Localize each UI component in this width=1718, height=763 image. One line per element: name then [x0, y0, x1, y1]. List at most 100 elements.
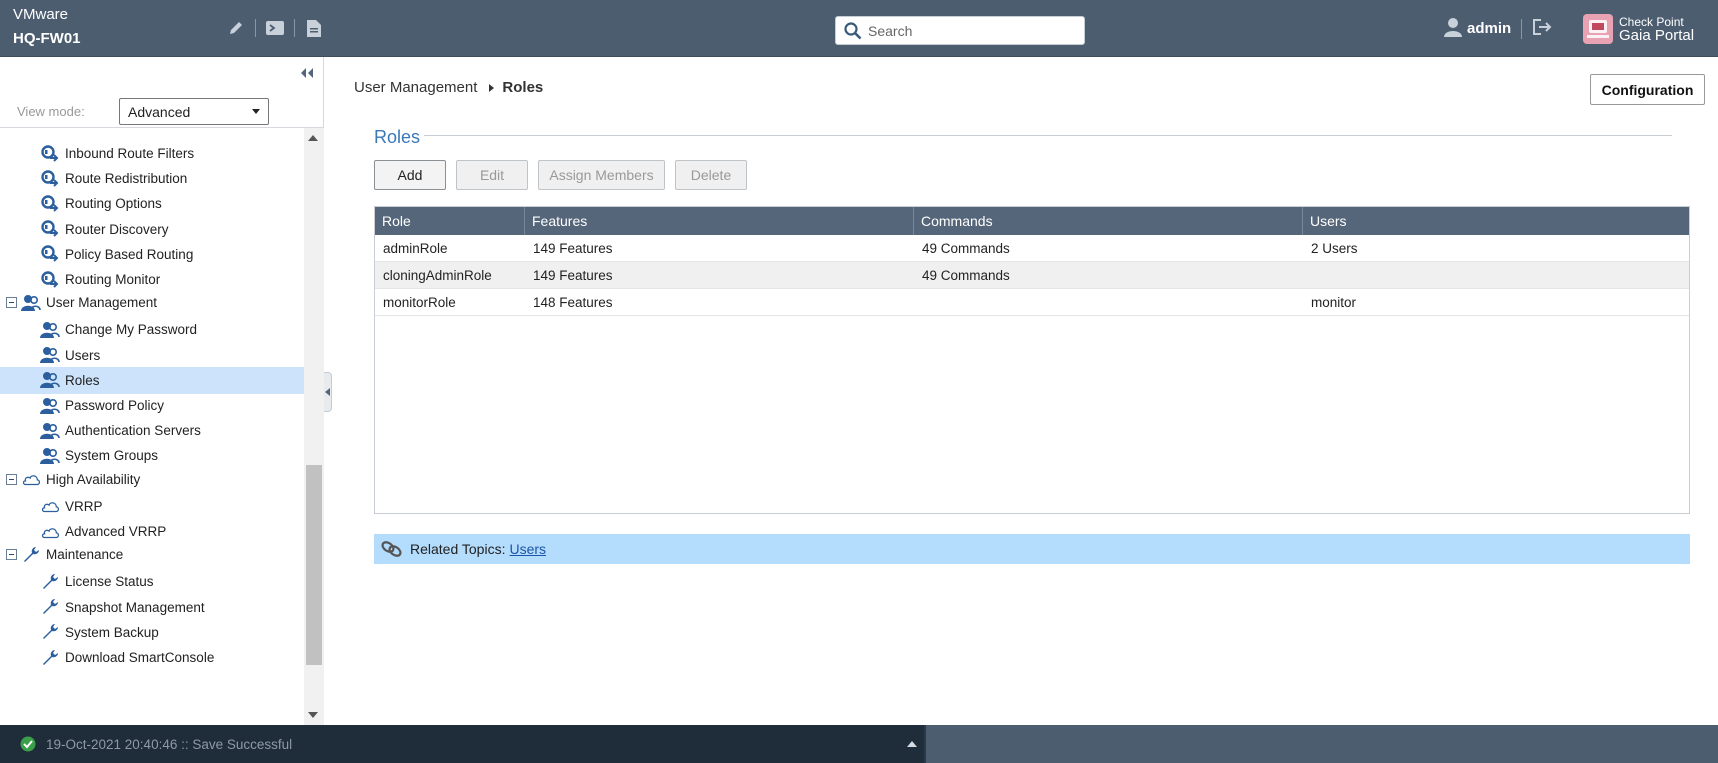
- wrench-icon: [40, 597, 60, 617]
- section-title: Roles: [374, 127, 421, 147]
- user-area: admin: [1444, 17, 1552, 40]
- sidebar-item-label: Inbound Route Filters: [65, 146, 195, 161]
- sidebar-item-label: VRRP: [65, 498, 103, 514]
- collapse-toggle-icon[interactable]: [6, 473, 17, 485]
- sidebar-item-users[interactable]: Users: [0, 342, 304, 369]
- nav-tree: Inbound Route Filters Route Redistributio…: [0, 128, 304, 725]
- check-circle-icon: [20, 736, 36, 752]
- chevron-left-icon: [325, 388, 330, 396]
- scroll-down-icon[interactable]: [308, 712, 318, 718]
- cloud-icon: [40, 522, 60, 542]
- logo-line2: Gaia Portal: [1619, 27, 1695, 44]
- table-row[interactable]: cloningAdminRole 149 Features 49 Command…: [375, 262, 1689, 289]
- delete-button[interactable]: Delete: [675, 160, 747, 190]
- expand-status-icon[interactable]: [907, 741, 917, 747]
- main-content: User Management Roles Configuration Role…: [332, 57, 1718, 725]
- sidebar-item-label: Routing Options: [65, 196, 162, 212]
- sidebar-item-label: User Management: [46, 295, 158, 311]
- table-row[interactable]: adminRole 149 Features 49 Commands 2 Use…: [375, 235, 1689, 262]
- action-buttons: Add Edit Assign Members Delete: [374, 160, 757, 190]
- sidebar-item-label: Policy Based Routing: [65, 246, 194, 262]
- document-icon[interactable]: [302, 16, 326, 40]
- assign-members-button[interactable]: Assign Members: [538, 160, 665, 190]
- scrollbar-thumb[interactable]: [306, 465, 322, 665]
- add-button[interactable]: Add: [374, 160, 446, 190]
- column-header-commands[interactable]: Commands: [914, 207, 1303, 235]
- breadcrumb-arrow-icon: [489, 83, 495, 92]
- users-icon: [40, 421, 60, 441]
- sidebar-item-label: Change My Password: [65, 322, 198, 338]
- logout-icon[interactable]: [1532, 18, 1552, 39]
- collapse-sidebar-icon[interactable]: [300, 67, 314, 82]
- sidebar-splitter[interactable]: [324, 372, 332, 412]
- users-icon: [40, 345, 60, 365]
- logo-icon: [1583, 14, 1613, 44]
- view-mode: View mode: Advanced: [17, 98, 269, 125]
- sidebar-item-router-discovery[interactable]: Router Discovery: [0, 216, 304, 243]
- column-header-role[interactable]: Role: [375, 207, 525, 235]
- search-input[interactable]: [868, 22, 1068, 39]
- cell-features: 149 Features: [533, 267, 613, 283]
- search-box[interactable]: [835, 16, 1085, 45]
- sidebar-item-policy-based-routing[interactable]: Policy Based Routing: [0, 241, 304, 268]
- wrench-icon: [40, 648, 60, 668]
- sidebar-item-inbound-route-filters[interactable]: Inbound Route Filters: [0, 140, 304, 167]
- sidebar-item-label: Router Discovery: [65, 221, 169, 237]
- user-separator: [1521, 18, 1523, 39]
- sidebar-item-system-backup[interactable]: System Backup: [0, 619, 304, 646]
- sidebar: View mode: Advanced Inbound Route Filter…: [0, 57, 324, 725]
- sidebar-item-maintenance[interactable]: Maintenance: [0, 541, 304, 568]
- column-header-users[interactable]: Users: [1303, 207, 1689, 235]
- cloud-icon: [40, 496, 60, 516]
- search-icon: [844, 21, 862, 39]
- toolbar-separator: [294, 19, 295, 37]
- column-header-features[interactable]: Features: [525, 207, 914, 235]
- sidebar-item-route-redistribution[interactable]: Route Redistribution: [0, 165, 304, 192]
- configuration-button[interactable]: Configuration: [1590, 74, 1705, 105]
- sidebar-item-routing-options[interactable]: Routing Options: [0, 190, 304, 217]
- related-topic-link-users[interactable]: Users: [509, 541, 546, 557]
- breadcrumb-parent[interactable]: User Management: [354, 79, 477, 96]
- table-row[interactable]: monitorRole 148 Features monitor: [375, 289, 1689, 316]
- sidebar-item-download-smartconsole[interactable]: Download SmartConsole: [0, 644, 304, 671]
- users-icon: [40, 370, 60, 390]
- sidebar-item-label: System Backup: [65, 624, 159, 640]
- sidebar-item-change-my-password[interactable]: Change My Password: [0, 316, 304, 343]
- collapse-toggle-icon[interactable]: [6, 297, 17, 309]
- user-icon[interactable]: [1444, 17, 1462, 40]
- user-name[interactable]: admin: [1467, 20, 1511, 37]
- route-icon: [40, 270, 60, 290]
- vendor-label: VMware: [13, 6, 69, 23]
- sidebar-item-label: System Groups: [65, 448, 159, 464]
- scroll-up-icon[interactable]: [308, 135, 318, 141]
- cell-users: 2 Users: [1311, 240, 1358, 256]
- sidebar-item-snapshot-management[interactable]: Snapshot Management: [0, 594, 304, 621]
- route-icon: [40, 244, 60, 264]
- route-icon: [40, 144, 60, 164]
- sidebar-item-label: High Availability: [46, 471, 141, 487]
- sidebar-item-high-availability[interactable]: High Availability: [0, 466, 304, 493]
- edit-button[interactable]: Edit: [456, 160, 528, 190]
- sidebar-item-vrrp[interactable]: VRRP: [0, 493, 304, 520]
- wrench-icon: [40, 622, 60, 642]
- sidebar-item-label: Users: [65, 347, 101, 363]
- sidebar-item-authentication-servers[interactable]: Authentication Servers: [0, 417, 304, 444]
- status-message: 19-Oct-2021 20:40:46 :: Save Successful: [46, 736, 293, 752]
- route-icon: [40, 169, 60, 189]
- top-bar: VMware HQ-FW01 admin Check Poi: [0, 0, 1718, 57]
- view-mode-select[interactable]: Advanced: [119, 98, 269, 125]
- link-icon: [381, 541, 402, 557]
- status-right-panel: [926, 725, 1718, 763]
- checkpoint-logo: Check Point Gaia Portal: [1583, 14, 1694, 44]
- route-icon: [40, 219, 60, 239]
- sidebar-item-password-policy[interactable]: Password Policy: [0, 392, 304, 419]
- related-topics-bar: Related Topics: Users: [374, 534, 1690, 564]
- sidebar-item-roles[interactable]: Roles: [0, 366, 304, 394]
- breadcrumb-current: Roles: [502, 79, 544, 96]
- sidebar-item-license-status[interactable]: License Status: [0, 568, 304, 595]
- sidebar-item-user-management[interactable]: User Management: [0, 289, 304, 316]
- cell-role: cloningAdminRole: [383, 267, 492, 283]
- collapse-toggle-icon[interactable]: [6, 549, 17, 561]
- pencil-icon[interactable]: [224, 16, 248, 40]
- terminal-icon[interactable]: [263, 16, 287, 40]
